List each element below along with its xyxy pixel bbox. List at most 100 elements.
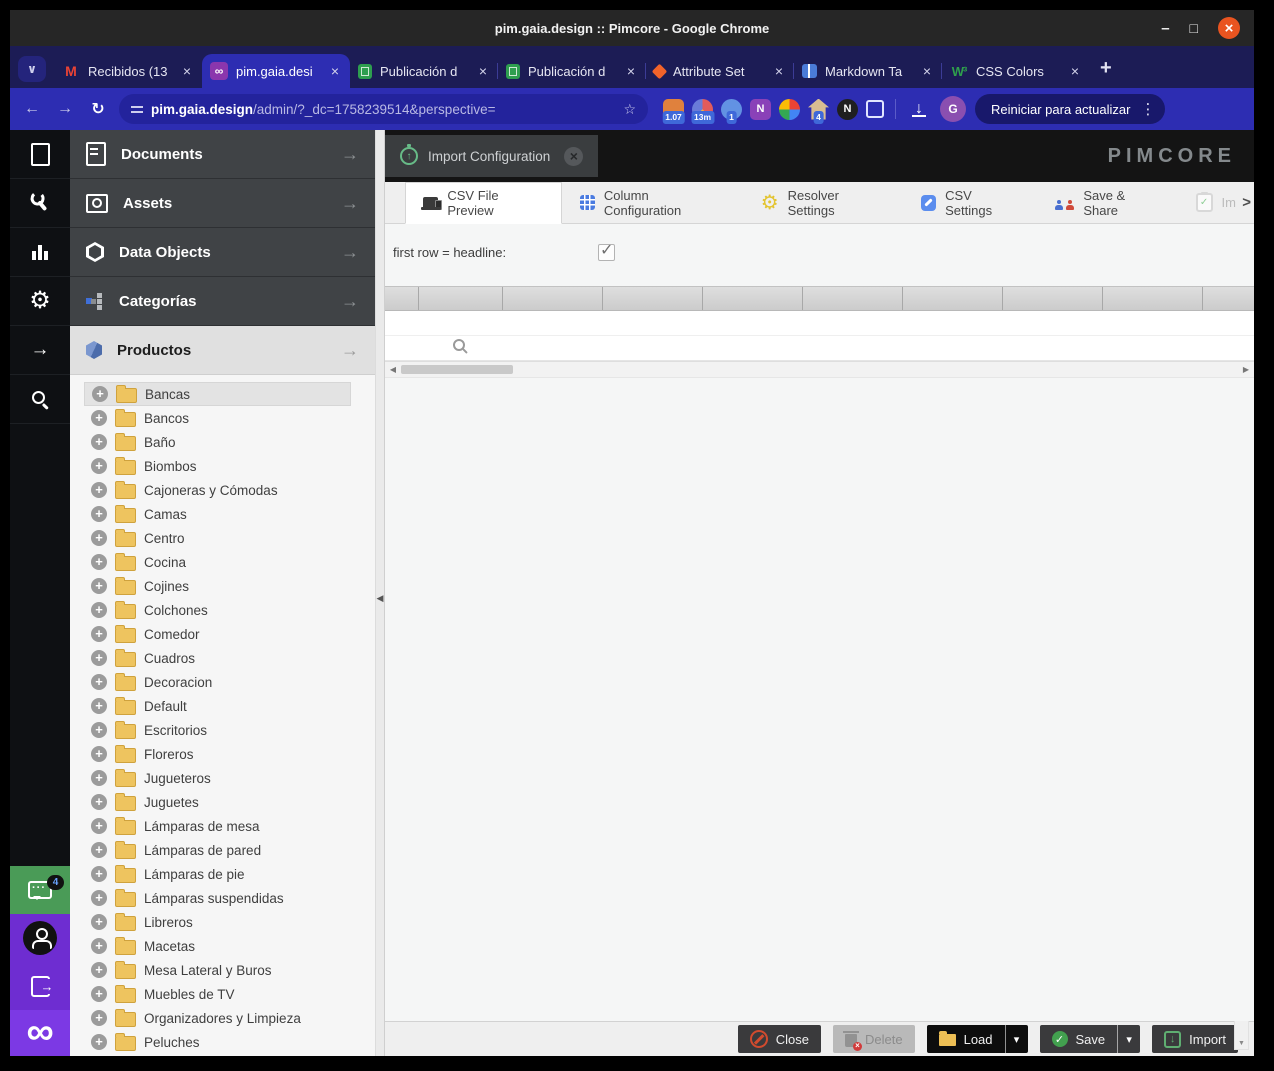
sidebar-item-productos[interactable]: Productos	[70, 326, 375, 375]
extension-button[interactable]: 1.07	[662, 98, 685, 124]
preview-magnifier-icon[interactable]	[453, 339, 465, 351]
expand-plus-icon[interactable]	[91, 866, 107, 882]
expand-plus-icon[interactable]	[91, 1010, 107, 1026]
save-menu-caret[interactable]	[1117, 1025, 1141, 1053]
expand-plus-icon[interactable]	[91, 794, 107, 810]
expand-plus-icon[interactable]	[92, 386, 108, 402]
tab-close-icon[interactable]	[180, 63, 194, 79]
tree-item[interactable]: Floreros	[84, 742, 351, 766]
column-header[interactable]	[502, 287, 602, 310]
extension-button[interactable]	[779, 98, 800, 120]
expand-plus-icon[interactable]	[91, 986, 107, 1002]
column-header[interactable]	[1102, 287, 1202, 310]
relaunch-update-button[interactable]: Reiniciar para actualizar	[975, 94, 1166, 124]
tree-item[interactable]: Mesa Lateral y Buros	[84, 958, 351, 982]
tab-save-share[interactable]: Save & Share	[1037, 182, 1177, 223]
strip-file-button[interactable]	[10, 130, 70, 179]
tab-close-icon[interactable]	[1068, 63, 1082, 79]
tree-item[interactable]: Lámparas suspendidas	[84, 886, 351, 910]
tree-item[interactable]: Centro	[84, 526, 351, 550]
tree-item[interactable]: Escritorios	[84, 718, 351, 742]
expand-plus-icon[interactable]	[91, 626, 107, 642]
sidebar-item-assets[interactable]: Assets	[70, 179, 375, 228]
tree-item[interactable]: Lámparas de pared	[84, 838, 351, 862]
expand-plus-icon[interactable]	[91, 938, 107, 954]
tab-search-button[interactable]	[18, 56, 46, 82]
collapse-left-icon[interactable]	[376, 593, 384, 604]
extension-button[interactable]: 1	[721, 98, 742, 124]
expand-plus-icon[interactable]	[91, 482, 107, 498]
table-cell[interactable]	[602, 311, 702, 335]
chrome-menu-icon[interactable]	[1140, 100, 1155, 118]
window-titlebar[interactable]: pim.gaia.design :: Pimcore - Google Chro…	[10, 10, 1254, 46]
site-info-icon[interactable]	[131, 104, 143, 114]
load-button[interactable]: Load	[926, 1025, 1005, 1053]
tab-close-icon[interactable]	[624, 63, 638, 79]
sidebar-item-categorias[interactable]: Categorías	[70, 277, 375, 326]
tree-item[interactable]: Cojines	[84, 574, 351, 598]
column-header[interactable]	[385, 287, 418, 310]
column-header[interactable]	[602, 287, 702, 310]
expand-plus-icon[interactable]	[91, 554, 107, 570]
tree-item[interactable]: Muebles de TV	[84, 982, 351, 1006]
tab-close-icon[interactable]	[328, 63, 342, 79]
tree-item[interactable]: Cuadros	[84, 646, 351, 670]
tree-item[interactable]: Cajoneras y Cómodas	[84, 478, 351, 502]
table-horizontal-scrollbar[interactable]	[385, 361, 1254, 378]
tab-csv-settings[interactable]: CSV Settings	[903, 182, 1038, 223]
extension-button[interactable]: 4	[808, 98, 829, 124]
extension-button[interactable]: N	[837, 98, 858, 120]
tree-item[interactable]: Default	[84, 694, 351, 718]
tab-close-icon[interactable]	[476, 63, 490, 79]
user-profile-button[interactable]	[10, 914, 70, 962]
tree-item[interactable]: Libreros	[84, 910, 351, 934]
tab-resolver-settings[interactable]: Resolver Settings	[743, 182, 903, 223]
table-cell[interactable]	[1102, 311, 1202, 335]
table-cell[interactable]	[385, 311, 418, 335]
table-cell[interactable]	[802, 336, 902, 360]
expand-plus-icon[interactable]	[91, 818, 107, 834]
bookmark-star-icon[interactable]	[623, 101, 636, 118]
panel-close-icon[interactable]	[564, 146, 584, 166]
tree-item[interactable]: Organizadores y Limpieza	[84, 1006, 351, 1030]
strip-expand-button[interactable]	[10, 326, 70, 375]
tree-item[interactable]: Lámparas de pie	[84, 862, 351, 886]
browser-tab[interactable]: Markdown Ta	[793, 54, 942, 88]
panel-splitter[interactable]	[375, 130, 385, 1056]
sidebar-item-documents[interactable]: Documents	[70, 130, 375, 179]
browser-tab[interactable]: ∞ pim.gaia.desi	[202, 54, 350, 88]
scroll-right-icon[interactable]	[1240, 362, 1252, 377]
table-cell[interactable]	[1102, 336, 1202, 360]
tab-csv-file-preview[interactable]: CSV File Preview	[405, 182, 563, 224]
expand-plus-icon[interactable]	[91, 602, 107, 618]
tree-item[interactable]: Macetas	[84, 934, 351, 958]
expand-plus-icon[interactable]	[91, 674, 107, 690]
scroll-left-icon[interactable]	[387, 362, 399, 377]
tree-item[interactable]: Bancas	[84, 382, 351, 406]
expand-plus-icon[interactable]	[91, 578, 107, 594]
downloads-icon[interactable]	[907, 100, 931, 118]
expand-plus-icon[interactable]	[91, 914, 107, 930]
profile-avatar[interactable]: G	[940, 96, 966, 122]
table-cell[interactable]	[418, 311, 502, 335]
back-icon[interactable]	[20, 100, 44, 118]
expand-plus-icon[interactable]	[91, 650, 107, 666]
logout-button[interactable]	[10, 962, 70, 1010]
tree-item[interactable]: Colchones	[84, 598, 351, 622]
column-header[interactable]	[1202, 287, 1254, 310]
column-header[interactable]	[902, 287, 1002, 310]
address-bar[interactable]: pim.gaia.design/admin/?_dc=1758239514&pe…	[119, 94, 648, 124]
expand-plus-icon[interactable]	[91, 434, 107, 450]
expand-plus-icon[interactable]	[91, 506, 107, 522]
table-cell[interactable]	[1002, 336, 1102, 360]
strip-tools-button[interactable]	[10, 179, 70, 228]
maximize-button[interactable]	[1190, 20, 1198, 36]
tree-item[interactable]: Camas	[84, 502, 351, 526]
expand-plus-icon[interactable]	[91, 410, 107, 426]
scroll-down-icon[interactable]	[1235, 1037, 1248, 1049]
table-cell[interactable]	[1002, 311, 1102, 335]
column-header[interactable]	[702, 287, 802, 310]
table-cell[interactable]	[502, 336, 602, 360]
extension-button[interactable]	[866, 100, 884, 118]
extension-button[interactable]: N	[750, 98, 771, 120]
